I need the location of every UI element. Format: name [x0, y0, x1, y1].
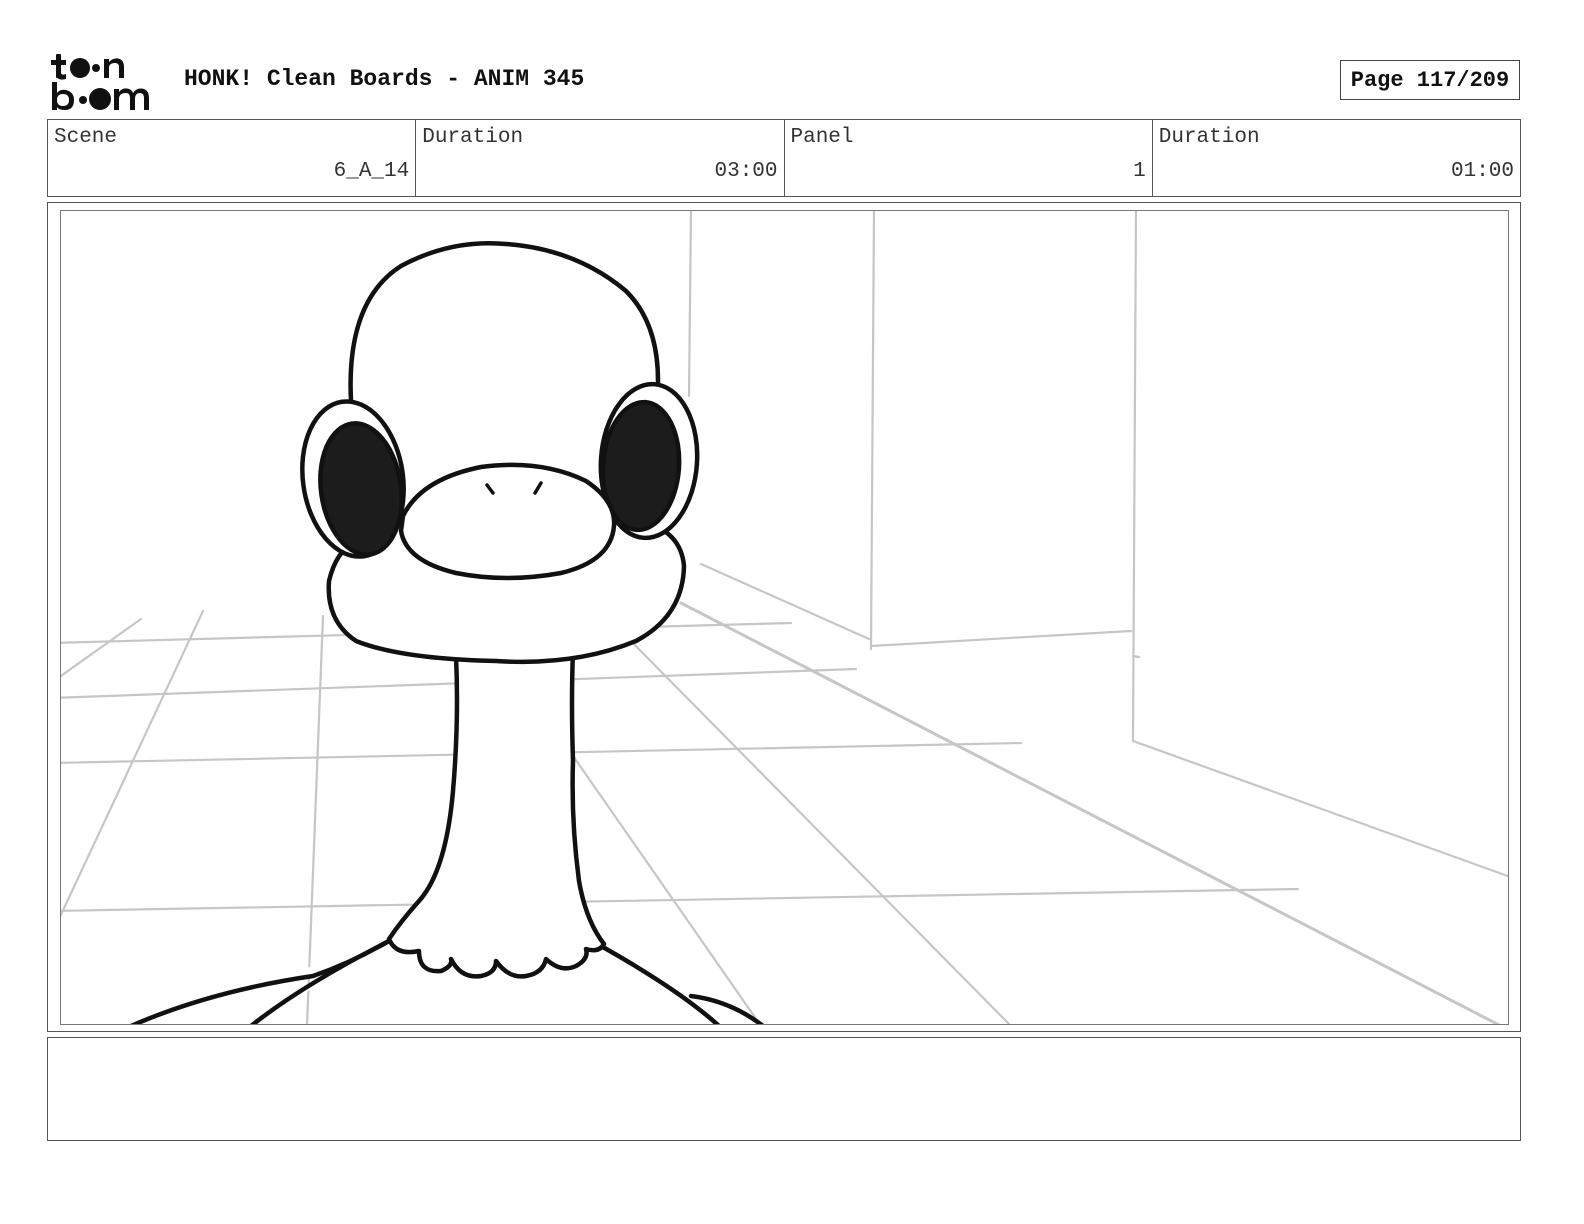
- scene-cell: Scene 6_A_14: [48, 120, 417, 196]
- document-title: HONK! Clean Boards - ANIM 345: [184, 66, 585, 92]
- goose-neck: [386, 648, 607, 979]
- page-number: Page 117/209: [1340, 60, 1520, 100]
- scene-label: Scene: [54, 126, 118, 149]
- panel-notes-box: [47, 1037, 1521, 1141]
- goose-beak: [398, 462, 617, 581]
- toon-boom-logo: [50, 52, 166, 112]
- panel-label: Panel: [790, 126, 854, 149]
- panel-value: 1: [1133, 160, 1146, 183]
- scene-duration-value: 03:00: [714, 160, 778, 183]
- panel-duration-label: Duration: [1158, 126, 1260, 149]
- panel-cell: Panel 1: [785, 120, 1153, 196]
- panel-duration-cell: Duration 01:00: [1153, 120, 1520, 196]
- scene-duration-cell: Duration 03:00: [416, 120, 785, 196]
- scene-info-table: Scene 6_A_14 Duration 03:00 Panel 1 Dura…: [47, 119, 1521, 197]
- panel-duration-value: 01:00: [1450, 160, 1514, 183]
- background-guides: [61, 211, 1508, 1024]
- scene-duration-label: Duration: [422, 126, 524, 149]
- scene-value: 6_A_14: [333, 160, 410, 183]
- storyboard-panel-image: [60, 210, 1509, 1025]
- goose-drawing: [61, 211, 1508, 1024]
